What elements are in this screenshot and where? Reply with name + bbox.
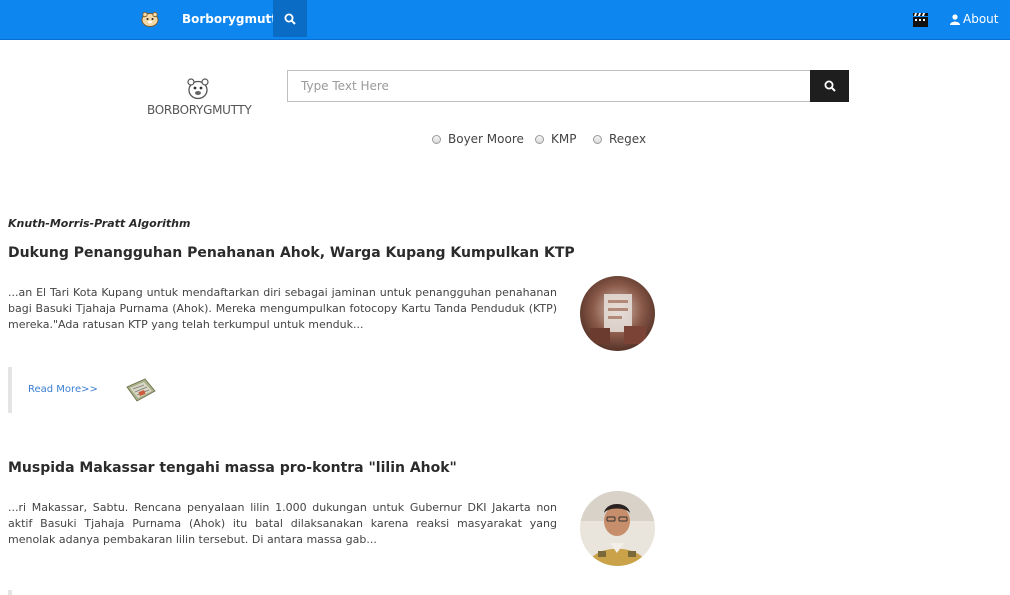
about-label: About bbox=[963, 12, 999, 26]
article-card: Muspida Makassar tengahi massa pro-kontr… bbox=[8, 460, 658, 595]
newspaper-icon bbox=[126, 378, 156, 402]
article-card: Dukung Penangguhan Penahanan Ahok, Warga… bbox=[8, 245, 658, 425]
article-title[interactable]: Dukung Penangguhan Penahanan Ahok, Warga… bbox=[8, 245, 575, 261]
search-input[interactable] bbox=[287, 70, 811, 102]
algorithm-option-boyer-moore[interactable]: Boyer Moore bbox=[432, 131, 524, 147]
site-logo-text: BORBORYGMUTTY bbox=[147, 103, 252, 117]
algorithm-option-kmp[interactable]: KMP bbox=[535, 131, 576, 147]
clapperboard-icon[interactable] bbox=[912, 12, 929, 28]
read-more-panel bbox=[8, 590, 208, 595]
algorithm-option-regex[interactable]: Regex bbox=[593, 131, 646, 147]
brand-link[interactable]: Borborygmutty bbox=[182, 12, 285, 26]
search-icon bbox=[824, 80, 836, 92]
radio-button[interactable] bbox=[535, 134, 544, 144]
hamster-icon[interactable] bbox=[141, 11, 159, 27]
read-more-link[interactable]: Read More>> bbox=[28, 384, 98, 395]
about-link[interactable]: About bbox=[950, 12, 998, 26]
read-more-panel: Read More>> bbox=[8, 367, 208, 413]
nav-search-button[interactable] bbox=[273, 0, 307, 37]
article-excerpt: ...an El Tari Kota Kupang untuk mendafta… bbox=[8, 286, 557, 331]
user-icon bbox=[950, 13, 960, 25]
article-excerpt: ...ri Makassar, Sabtu. Rencana penyalaan… bbox=[8, 501, 557, 546]
top-navbar: Borborygmutty About bbox=[0, 0, 1010, 40]
search-icon bbox=[284, 13, 296, 25]
algorithm-label: Knuth-Morris-Pratt Algorithm bbox=[8, 217, 191, 230]
article-title[interactable]: Muspida Makassar tengahi massa pro-kontr… bbox=[8, 460, 457, 476]
radio-label: KMP bbox=[551, 132, 577, 146]
article-thumbnail[interactable] bbox=[580, 491, 655, 566]
article-thumbnail[interactable] bbox=[580, 276, 655, 351]
radio-label: Boyer Moore bbox=[448, 132, 524, 146]
search-submit-button[interactable] bbox=[810, 70, 849, 102]
radio-label: Regex bbox=[609, 132, 647, 146]
radio-button[interactable] bbox=[432, 134, 441, 144]
radio-button[interactable] bbox=[593, 134, 602, 144]
